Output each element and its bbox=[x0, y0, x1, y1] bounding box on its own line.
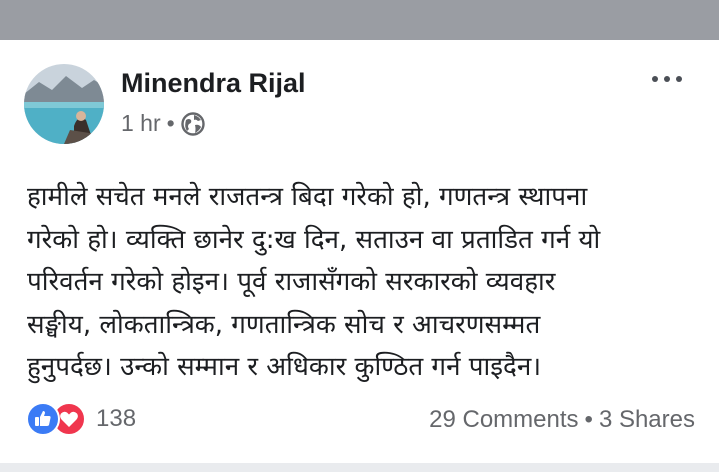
post-text-line: हामीले सचेत मनले राजतन्त्र बिदा गरेको हो… bbox=[27, 182, 588, 212]
post-text: हामीले सचेत मनले राजतन्त्र बिदा गरेको हो… bbox=[27, 176, 697, 389]
engagement-counts: 29 Comments • 3 Shares bbox=[429, 406, 695, 434]
more-dot bbox=[652, 76, 658, 82]
post-time[interactable]: 1 hr bbox=[121, 110, 161, 137]
post-text-line: सङ्घीय, लोकतान्त्रिक, गणतान्त्रिक सोच र … bbox=[27, 309, 541, 340]
comments-count-link[interactable]: 29 Comments bbox=[429, 406, 578, 434]
post-text-line: गरेको हो। व्यक्ति छानेर दु:ख दिन, सताउन … bbox=[27, 224, 601, 255]
post-text-line: परिवर्तन गरेको होइन। पूर्व राजासँगको सरक… bbox=[27, 267, 556, 297]
shares-count-link[interactable]: 3 Shares bbox=[599, 406, 695, 434]
post-meta: 1 hr • bbox=[121, 110, 205, 137]
more-dot bbox=[664, 76, 670, 82]
post-footer: 138 29 Comments • 3 Shares bbox=[0, 400, 719, 444]
reaction-count: 138 bbox=[96, 405, 137, 432]
more-dot bbox=[676, 76, 682, 82]
post-text-line: हुनुपर्दछ। उन्को सम्मान र अधिकार कुण्ठित… bbox=[27, 352, 542, 382]
author-name[interactable]: Minendra Rijal bbox=[121, 68, 306, 99]
more-options-button[interactable] bbox=[645, 64, 689, 94]
reactions-summary[interactable]: 138 bbox=[26, 402, 136, 436]
counts-separator: • bbox=[584, 406, 593, 433]
meta-separator: • bbox=[166, 110, 175, 136]
avatar[interactable] bbox=[24, 64, 104, 144]
like-icon bbox=[26, 402, 60, 436]
bottom-divider bbox=[0, 463, 719, 472]
avatar-photo bbox=[24, 64, 104, 144]
top-bar bbox=[0, 0, 719, 40]
globe-icon[interactable] bbox=[181, 111, 205, 136]
